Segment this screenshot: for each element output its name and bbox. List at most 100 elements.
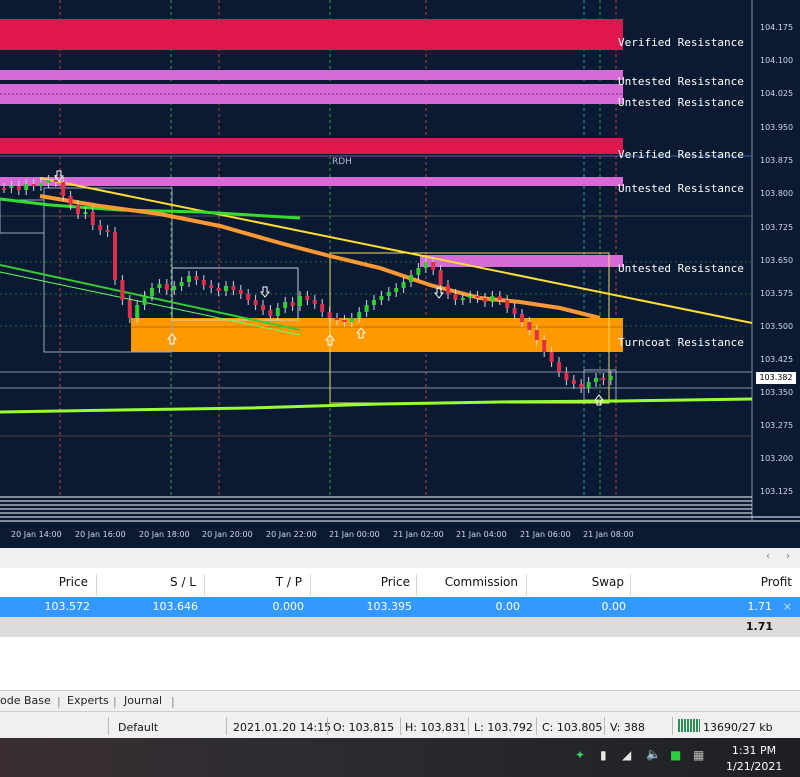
candle bbox=[401, 282, 406, 288]
status-divider bbox=[327, 717, 328, 735]
cell-commission: 0.00 bbox=[495, 600, 521, 613]
candle bbox=[312, 300, 317, 304]
wifi-icon[interactable]: ◢ bbox=[622, 748, 631, 762]
total-profit: 1.71 bbox=[745, 620, 773, 633]
candle bbox=[534, 330, 539, 340]
candle bbox=[423, 262, 428, 268]
tab-divider: | bbox=[113, 695, 117, 708]
connection-bars-icon[interactable] bbox=[678, 719, 700, 732]
tab-experts[interactable]: Experts bbox=[67, 694, 109, 707]
price-tick: 103.650 bbox=[760, 256, 794, 265]
cell-current-price: 103.395 bbox=[366, 600, 413, 613]
header-profit[interactable]: Profit bbox=[700, 575, 792, 593]
candle bbox=[261, 305, 265, 310]
status-divider bbox=[536, 717, 537, 735]
column-divider[interactable] bbox=[526, 574, 527, 596]
cell-profit: 1.71 bbox=[747, 600, 773, 613]
status-low: L: 103.792 bbox=[474, 721, 533, 734]
candle bbox=[431, 262, 436, 270]
cell-swap: 0.00 bbox=[601, 600, 627, 613]
candle bbox=[571, 380, 576, 384]
cell-open-price: 103.572 bbox=[44, 600, 91, 613]
price-tick: 103.875 bbox=[760, 156, 794, 165]
candle bbox=[327, 312, 332, 318]
candle bbox=[2, 188, 6, 190]
header-commission[interactable]: Commission bbox=[430, 575, 518, 593]
volume-icon[interactable]: 🔈 bbox=[646, 747, 661, 761]
candle bbox=[224, 286, 228, 291]
candle bbox=[579, 384, 584, 388]
status-divider bbox=[108, 717, 109, 735]
candle bbox=[357, 312, 362, 318]
candle bbox=[209, 285, 214, 288]
candle bbox=[483, 298, 487, 302]
candle bbox=[497, 296, 502, 300]
terminal-tabs: ode Base | Experts | Journal | bbox=[0, 690, 800, 711]
candle bbox=[201, 280, 206, 285]
zone-turncoat bbox=[131, 318, 623, 352]
time-tick: 20 Jan 14:00 bbox=[11, 530, 62, 539]
time-tick: 20 Jan 20:00 bbox=[202, 530, 253, 539]
zone-label: Untested Resistance bbox=[618, 262, 744, 275]
candle bbox=[453, 294, 458, 300]
candle bbox=[46, 180, 51, 183]
scroll-left-icon[interactable]: ‹ bbox=[766, 551, 770, 562]
battery-icon[interactable]: ▮ bbox=[600, 748, 607, 762]
status-divider bbox=[672, 717, 673, 735]
column-divider[interactable] bbox=[310, 574, 311, 596]
rdh-label: RDH bbox=[332, 157, 352, 167]
candle bbox=[127, 300, 132, 318]
price-tick: 103.200 bbox=[760, 454, 794, 463]
column-divider[interactable] bbox=[630, 574, 631, 596]
price-tick: 103.725 bbox=[760, 223, 794, 232]
taskbar-time[interactable]: 1:31 PM bbox=[726, 744, 782, 757]
network-sync-icon[interactable]: ✦ bbox=[575, 748, 585, 762]
close-position-icon[interactable]: × bbox=[780, 600, 792, 613]
total-row bbox=[0, 617, 800, 637]
price-chart[interactable]: RDH Verified Resistance Untested Resista… bbox=[0, 0, 800, 548]
candle bbox=[98, 225, 103, 230]
taskbar-date[interactable]: 1/21/2021 bbox=[726, 760, 782, 773]
column-divider[interactable] bbox=[96, 574, 97, 596]
column-divider[interactable] bbox=[204, 574, 205, 596]
scroll-right-icon[interactable]: › bbox=[786, 551, 790, 562]
header-swap[interactable]: Swap bbox=[540, 575, 624, 593]
status-profile[interactable]: Default bbox=[118, 721, 158, 734]
candle bbox=[586, 382, 591, 388]
status-high: H: 103.831 bbox=[405, 721, 466, 734]
candle bbox=[113, 232, 117, 280]
candle bbox=[83, 212, 88, 214]
header-sl[interactable]: S / L bbox=[120, 575, 196, 593]
candle bbox=[231, 286, 236, 290]
candle bbox=[320, 304, 325, 312]
header-price-current[interactable]: Price bbox=[330, 575, 410, 593]
tab-journal[interactable]: Journal bbox=[124, 694, 162, 707]
keyboard-icon[interactable]: ▦ bbox=[693, 748, 704, 762]
price-tick: 103.275 bbox=[760, 421, 794, 430]
candle bbox=[608, 376, 613, 380]
zone-label: Untested Resistance bbox=[618, 96, 744, 109]
tab-code-base[interactable]: ode Base bbox=[0, 694, 51, 707]
price-tick: 104.100 bbox=[760, 56, 794, 65]
current-price-marker: 103.382 bbox=[756, 372, 796, 384]
app-tray-icon[interactable]: ■ bbox=[670, 748, 681, 762]
price-tick: 103.500 bbox=[760, 322, 794, 331]
status-volume: V: 388 bbox=[610, 721, 645, 734]
header-tp[interactable]: T / P bbox=[224, 575, 302, 593]
candle bbox=[16, 186, 21, 190]
candle bbox=[512, 308, 517, 314]
header-price[interactable]: Price bbox=[20, 575, 88, 593]
status-close: C: 103.805 bbox=[542, 721, 603, 734]
candle bbox=[142, 296, 147, 305]
status-datetime: 2021.01.20 14:15 bbox=[233, 721, 332, 734]
candle bbox=[298, 296, 302, 306]
time-tick: 21 Jan 06:00 bbox=[520, 530, 571, 539]
time-tick: 21 Jan 00:00 bbox=[329, 530, 380, 539]
candle bbox=[342, 320, 347, 322]
horizontal-scrollbar[interactable]: ‹ › bbox=[0, 548, 800, 569]
candle bbox=[105, 230, 110, 232]
column-divider[interactable] bbox=[416, 574, 417, 596]
candle bbox=[416, 268, 421, 275]
candle bbox=[490, 296, 495, 302]
candle bbox=[216, 288, 221, 291]
